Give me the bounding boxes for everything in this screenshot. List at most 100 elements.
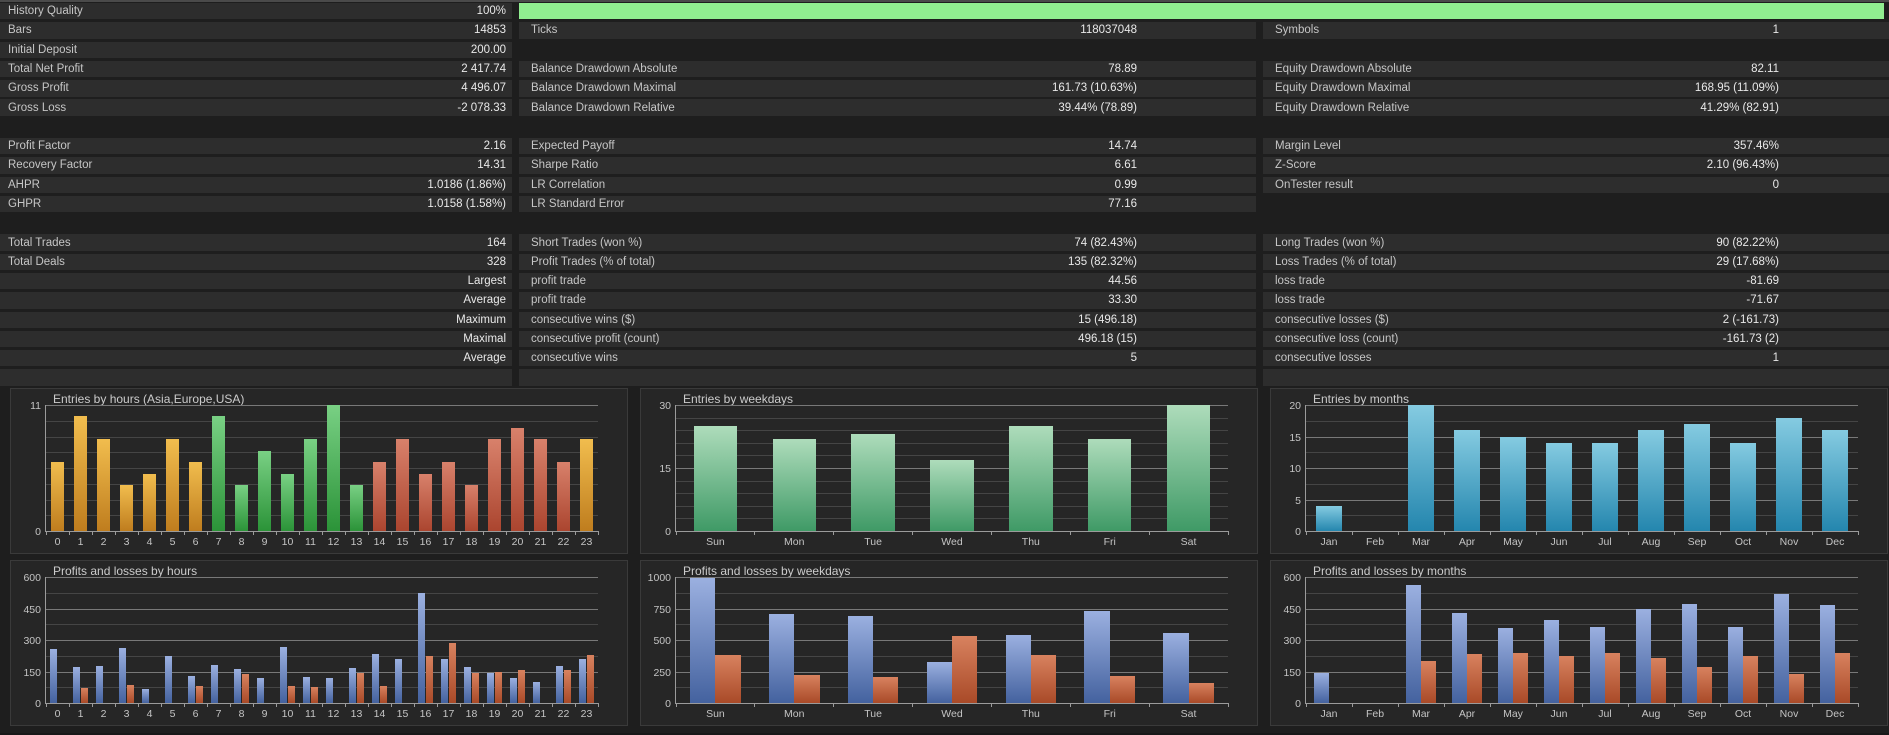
column-gap [512, 99, 519, 115]
x-axis-tick [298, 531, 300, 535]
x-axis-label: 5 [169, 536, 176, 548]
x-axis-label: 3 [123, 708, 130, 720]
entry-bar [465, 485, 478, 531]
x-axis-label: 12 [327, 536, 340, 548]
x-axis-label: 0 [54, 708, 61, 720]
stat-label: consecutive losses ($) [1275, 313, 1389, 326]
profit-bar [349, 667, 357, 703]
column-gap [512, 331, 519, 347]
gridline-major [46, 671, 598, 673]
profit-bar [1590, 627, 1605, 703]
stat-cell: consecutive losses ($) 2 (-161.73) [1263, 311, 1889, 328]
stat-label: AHPR [8, 178, 40, 191]
chart-plot-area: Sun Mon Tue Wed Thu Fri Sat [675, 405, 1229, 548]
loss-bar [287, 686, 295, 703]
stat-value: 164 [486, 236, 506, 249]
stat-cell: Maximal [0, 330, 512, 348]
stat-row: Recovery Factor 14.31 Sharpe Ratio 6.61 Z-Sc… [0, 157, 1889, 174]
y-axis-label: 11 [30, 400, 41, 412]
chart-title: Entries by weekdays [683, 392, 794, 406]
stat-value: 168.95 (11.09%) [1694, 82, 1779, 95]
loss-bar [1605, 652, 1620, 703]
entry-bar [580, 439, 593, 531]
x-axis-tick [344, 531, 346, 535]
entry-bar [1822, 430, 1848, 531]
x-axis-label: Nov [1779, 708, 1799, 720]
stat-cell: Gross Profit 4 496.07 [0, 80, 512, 97]
profit-bar [1682, 604, 1697, 703]
x-axis-tick [298, 703, 300, 707]
column-gap [1256, 234, 1263, 250]
x-axis-tick [229, 531, 231, 535]
stat-value: 74 (82.43%) [1074, 236, 1137, 249]
loss-bar [586, 654, 594, 703]
stat-value: Average [463, 294, 506, 307]
stat-row: Bars 14853 Ticks 118037048 Symbols 1 [0, 22, 1889, 39]
stat-label: Balance Drawdown Maximal [531, 82, 677, 95]
stat-cell [1263, 42, 1889, 58]
entry-bar [258, 450, 271, 531]
stat-value: 78.89 [1108, 63, 1137, 76]
chart-title: Entries by hours (Asia,Europe,USA) [53, 392, 245, 406]
stat-row: GHPR 1.0158 (1.58%) LR Standard Error 77.16 [0, 195, 1889, 213]
loss-bar [1559, 656, 1574, 703]
stat-value: -2 078.33 [457, 101, 506, 114]
profit-bar [533, 682, 541, 703]
chart-plot-area: Sun Mon Tue Wed Thu Fri Sat [675, 577, 1229, 720]
entry-bar [693, 426, 738, 531]
y-axis-label: 150 [1283, 666, 1301, 679]
y-axis-label: 150 [23, 666, 41, 679]
x-axis-tick [528, 531, 530, 535]
loss-bar [1030, 654, 1057, 703]
stat-label: LR Correlation [531, 178, 606, 191]
stat-label: profit trade [531, 275, 586, 288]
stat-cell: profit trade 44.56 [519, 272, 1256, 290]
chart-title: Profits and losses by weekdays [683, 564, 851, 578]
y-axis-label: 250 [653, 666, 671, 679]
y-axis-label: 0 [35, 526, 41, 538]
x-axis-label: 15 [396, 536, 409, 548]
x-axis-tick [367, 703, 369, 707]
x-axis-label: 18 [465, 708, 478, 720]
x-axis-tick [505, 703, 507, 707]
entry-bar [327, 405, 340, 531]
x-axis-label: Fri [1103, 536, 1116, 548]
stat-cell: Long Trades (won %) 90 (82.22%) [1263, 234, 1889, 251]
entry-bar [488, 439, 501, 531]
stat-cell: LR Correlation 0.99 [519, 176, 1256, 193]
x-axis-tick [505, 531, 507, 535]
chart-plot-area: Jan Feb Mar Apr May Jun Jul Aug Sep Oct Nov Dec [1305, 577, 1859, 720]
column-gap [512, 312, 519, 328]
x-axis-tick [754, 703, 756, 707]
x-axis-label: 16 [419, 708, 432, 720]
stat-cell: Equity Drawdown Maximal 168.95 (11.09%) [1263, 80, 1889, 97]
entry-bar [120, 485, 133, 531]
x-axis-label: 15 [396, 708, 409, 720]
profit-bar [556, 665, 564, 703]
column-gap [1256, 22, 1263, 38]
profit-bar [769, 613, 795, 703]
stat-cell: Total Net Profit 2 417.74 [0, 60, 512, 78]
x-axis-label: 10 [281, 536, 294, 548]
stat-label: Gross Loss [8, 101, 67, 114]
x-axis-label: 9 [261, 708, 268, 720]
loss-bar [1835, 653, 1850, 703]
entry-bar [281, 473, 294, 531]
stat-row: Total Deals 328 Profit Trades (% of total)… [0, 253, 1889, 271]
loss-bar [471, 673, 479, 703]
stat-row: Profit Factor 2.16 Expected Payoff 14.74 Mar… [0, 137, 1889, 155]
stat-value: 118037048 [1080, 24, 1137, 37]
profit-bar [441, 658, 449, 703]
y-axis-label: 300 [1283, 635, 1301, 647]
entry-bar [1776, 417, 1802, 531]
loss-bar [1109, 676, 1135, 703]
x-axis-label: 7 [215, 708, 222, 720]
loss-bar [952, 635, 978, 703]
gridline [676, 430, 1228, 432]
stat-label: loss trade [1275, 275, 1325, 288]
stat-cell: Short Trades (won %) 74 (82.43%) [519, 234, 1256, 251]
x-axis-tick [160, 703, 162, 707]
profit-bar [96, 665, 104, 703]
stat-value: 82.11 [1751, 63, 1779, 76]
x-axis-tick [1397, 531, 1399, 535]
